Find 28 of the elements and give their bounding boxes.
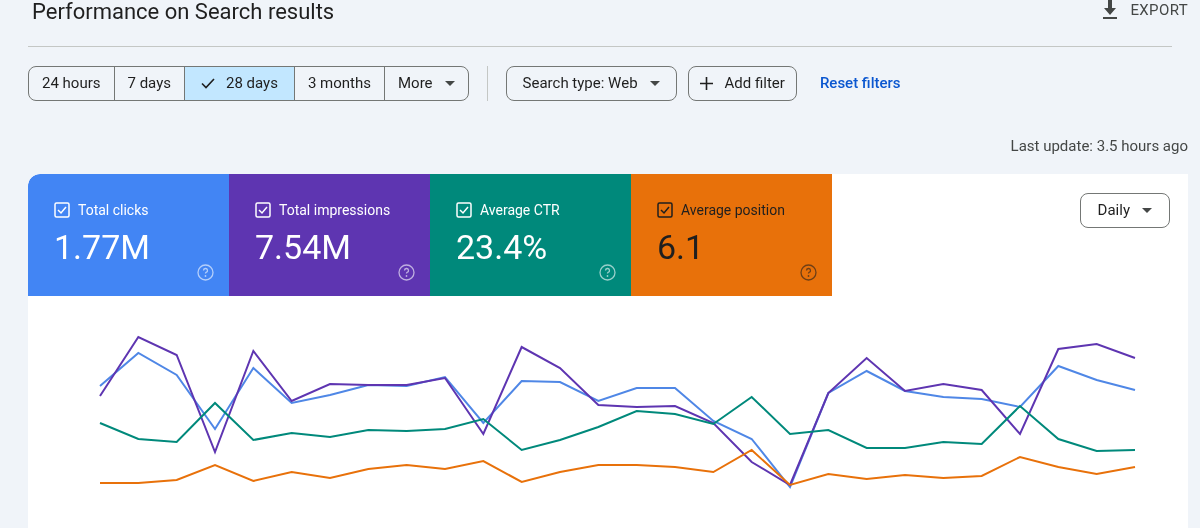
date-range-tab[interactable]: 3 months <box>293 67 384 100</box>
caret-icon <box>444 81 455 86</box>
last-update-text: Last update: 3.5 hours ago <box>1010 136 1188 157</box>
export-button[interactable]: EXPORT <box>1102 0 1188 22</box>
add-filter-button[interactable]: Add filter <box>687 66 797 101</box>
metric-value: 7.54M <box>255 226 351 267</box>
granularity-dropdown[interactable]: Daily <box>1079 192 1170 228</box>
date-range-tab[interactable]: 24 hours <box>29 67 114 100</box>
metric-value: 1.77M <box>54 226 150 267</box>
metric-label: Total impressions <box>279 200 391 220</box>
reset-filters-link[interactable]: Reset filters <box>819 72 901 95</box>
metric-label: Average position <box>681 200 785 220</box>
metric-value: 6.1 <box>657 226 705 267</box>
metric-value: 23.4% <box>456 226 548 267</box>
metric-label: Average CTR <box>480 200 560 220</box>
search-type-dropdown[interactable]: Search type: Web <box>505 66 677 101</box>
plus-icon <box>699 77 713 90</box>
caret-icon <box>649 81 660 86</box>
metric-tile[interactable]: Average position 6.1 <box>631 173 832 296</box>
date-range-tab[interactable]: More <box>384 67 468 100</box>
date-range-tab[interactable]: 28 days <box>184 67 294 100</box>
help-icon[interactable] <box>800 263 817 281</box>
page-title: Performance on Search results <box>32 0 335 25</box>
checkbox[interactable] <box>657 202 673 218</box>
check-icon <box>201 78 215 89</box>
download-icon <box>1102 0 1119 21</box>
caret-icon <box>1142 207 1152 213</box>
metric-label: Total clicks <box>78 200 149 220</box>
